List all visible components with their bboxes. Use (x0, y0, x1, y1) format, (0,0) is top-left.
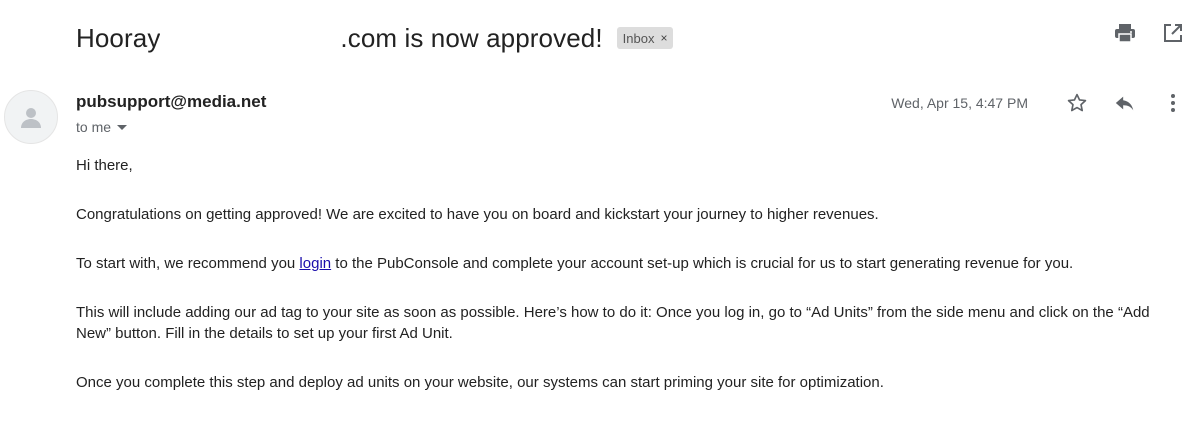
recipient-details[interactable]: to me (76, 119, 128, 135)
sender-avatar[interactable] (4, 90, 58, 144)
sender-email: pubsupport@media.net (76, 92, 267, 111)
redacted-domain (160, 21, 341, 55)
reply-icon[interactable] (1114, 92, 1136, 114)
paragraph-login-end: to the PubConsole and complete your acco… (331, 255, 1074, 272)
paragraph-ad-tag: This will include adding our ad tag to y… (76, 304, 1150, 342)
remove-label-button[interactable]: × (660, 31, 667, 45)
print-icon[interactable] (1114, 22, 1136, 44)
recipient-label: to me (76, 119, 112, 135)
inbox-label-text: Inbox (622, 30, 655, 46)
more-vert-icon[interactable] (1162, 92, 1184, 114)
inbox-label: Inbox × (616, 27, 674, 49)
person-icon (21, 108, 41, 128)
greeting: Hi there, (76, 157, 133, 174)
paragraph-congrats: Congratulations on getting approved! We … (76, 206, 879, 223)
email-subject: Hooray .com is now approved! (76, 21, 603, 55)
star-icon[interactable] (1066, 92, 1088, 114)
email-body: Hi there, Congratulations on getting app… (76, 155, 1186, 421)
subject-prefix: Hooray (76, 22, 161, 53)
dropdown-caret-icon[interactable] (117, 124, 128, 130)
paragraph-login-start: To start with, we recommend you (76, 255, 300, 272)
message-timestamp: Wed, Apr 15, 4:47 PM (891, 95, 1028, 111)
thread-actions (1114, 22, 1184, 44)
open-in-new-window-icon[interactable] (1162, 22, 1184, 44)
message-actions (1066, 92, 1184, 114)
login-link[interactable]: login (299, 255, 331, 272)
subject-suffix: .com is now approved! (340, 22, 603, 53)
paragraph-optimization: Once you complete this step and deploy a… (76, 374, 884, 391)
paragraph-login: To start with, we recommend you login to… (76, 253, 1186, 274)
subject-row: Hooray .com is now approved! Inbox × (76, 18, 674, 58)
